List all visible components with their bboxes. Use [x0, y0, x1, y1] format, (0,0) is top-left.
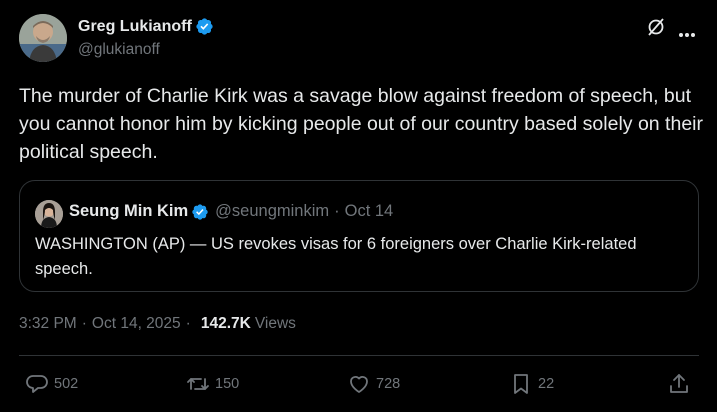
author-name-row[interactable]: Greg Lukianoff	[78, 17, 214, 36]
share-button[interactable]	[667, 372, 691, 396]
quoted-author-handle[interactable]: @seungminkim	[215, 202, 329, 221]
bookmark-count: 22	[538, 376, 555, 392]
heart-icon	[350, 376, 368, 393]
author-name[interactable]: Greg Lukianoff	[78, 18, 192, 36]
quoted-author-avatar[interactable]	[35, 200, 63, 228]
meta-separator: ·	[81, 315, 87, 332]
quoted-header: Seung Min Kim @seungminkim · Oct 14	[69, 202, 393, 221]
quoted-tweet[interactable]: Seung Min Kim @seungminkim · Oct 14 WASH…	[19, 180, 699, 292]
author-handle[interactable]: @glukianoff	[78, 41, 160, 59]
retweet-button[interactable]: 150	[186, 372, 239, 396]
quoted-text: WASHINGTON (AP) — US revokes visas for 6…	[35, 235, 637, 278]
meta-separator-2: ·	[185, 315, 191, 332]
author-avatar[interactable]	[19, 14, 67, 62]
reply-icon	[26, 375, 48, 393]
share-icon	[670, 374, 688, 393]
quoted-verified-badge-icon	[191, 203, 209, 221]
more-icon[interactable]	[678, 25, 696, 37]
like-button[interactable]: 728	[347, 372, 400, 396]
retweet-count: 150	[215, 376, 240, 392]
tweet-meta: 3:32 PM · Oct 14, 2025 · 142.7K Views	[19, 315, 296, 333]
quoted-separator: ·	[334, 202, 340, 220]
grok-icon[interactable]	[646, 17, 666, 37]
quoted-author-name[interactable]: Seung Min Kim	[69, 202, 188, 221]
tweet-time[interactable]: 3:32 PM	[19, 315, 77, 333]
bookmark-icon	[514, 374, 528, 394]
bookmark-button[interactable]: 22	[509, 372, 554, 396]
divider	[19, 355, 699, 356]
reply-count: 502	[54, 376, 79, 392]
quoted-date[interactable]: Oct 14	[345, 202, 394, 221]
like-count: 728	[376, 376, 401, 392]
tweet-text: The murder of Charlie Kirk was a savage …	[19, 85, 703, 163]
retweet-icon	[187, 378, 209, 390]
tweet-card: Greg Lukianoff @glukianoff The murder of…	[0, 0, 717, 412]
views-label: Views	[254, 315, 296, 332]
tweet-date[interactable]: Oct 14, 2025	[92, 315, 181, 333]
views-count: 142.7K	[200, 315, 251, 332]
reply-button[interactable]: 502	[25, 372, 78, 396]
verified-badge-icon	[195, 17, 214, 36]
